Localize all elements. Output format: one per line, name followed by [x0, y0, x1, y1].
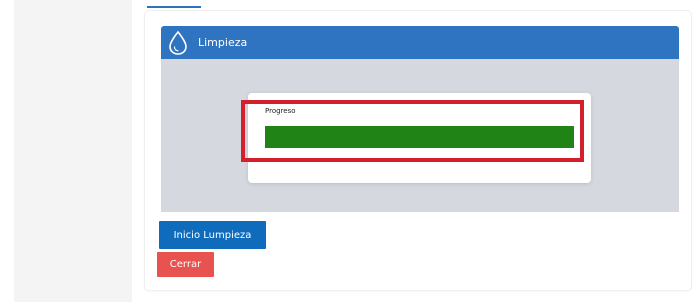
left-sidebar-panel — [14, 0, 132, 302]
water-drop-icon — [166, 29, 190, 57]
active-tab-indicator — [147, 6, 201, 8]
dialog-title: Limpieza — [198, 36, 248, 49]
close-button[interactable]: Cerrar — [157, 252, 214, 277]
dialog-header: Limpieza — [161, 26, 679, 59]
start-cleaning-button[interactable]: Inicio Lumpieza — [159, 221, 266, 249]
progress-highlight-box — [241, 100, 584, 162]
